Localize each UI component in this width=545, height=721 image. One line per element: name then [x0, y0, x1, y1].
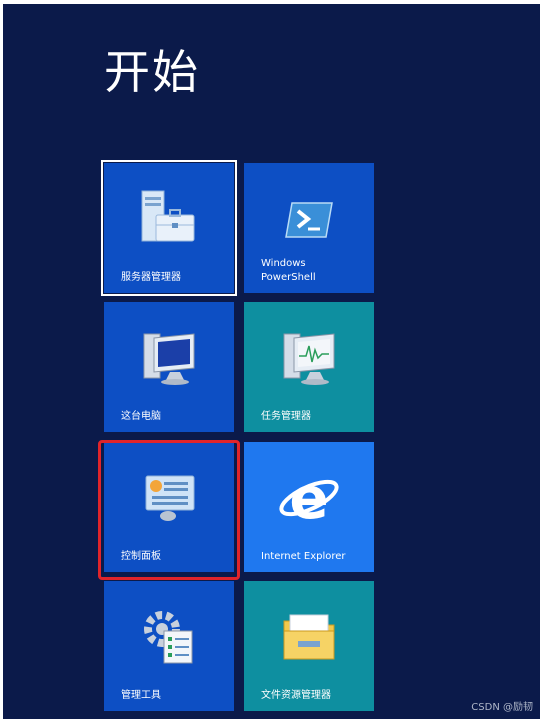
tile-label: 控制面板 — [121, 551, 161, 562]
tile-label: 服务器管理器 — [121, 272, 181, 283]
tile-this-pc[interactable]: 这台电脑 — [104, 302, 234, 432]
svg-text:e: e — [289, 464, 328, 532]
file-explorer-icon — [244, 603, 374, 673]
tile-label: Internet Explorer — [261, 551, 346, 562]
computer-icon — [104, 324, 234, 394]
tile-task-manager[interactable]: 任务管理器 — [244, 302, 374, 432]
internet-explorer-icon: e — [244, 464, 374, 534]
tile-label: 管理工具 — [121, 690, 161, 701]
powershell-icon — [244, 185, 374, 255]
task-manager-icon — [244, 324, 374, 394]
tile-admin-tools[interactable]: 管理工具 — [104, 581, 234, 711]
watermark: CSDN @励韧 — [471, 702, 533, 713]
tile-label: Windows PowerShell — [261, 258, 316, 283]
tile-label: 任务管理器 — [261, 411, 311, 422]
tile-internet-explorer[interactable]: e Internet Explorer — [244, 442, 374, 572]
admin-tools-icon — [104, 603, 234, 673]
tile-file-explorer[interactable]: 文件资源管理器 — [244, 581, 374, 711]
start-screen: 开始 服务器管理器 Windows PowerShell 这台电脑 任务管理器 … — [3, 4, 540, 719]
control-panel-icon — [104, 464, 234, 534]
start-title: 开始 — [104, 45, 200, 99]
tile-windows-powershell[interactable]: Windows PowerShell — [244, 163, 374, 293]
tile-label: 文件资源管理器 — [261, 690, 331, 701]
tile-label: 这台电脑 — [121, 411, 161, 422]
tile-server-manager[interactable]: 服务器管理器 — [101, 160, 237, 296]
server-manager-icon — [104, 185, 234, 255]
tile-control-panel[interactable]: 控制面板 — [104, 442, 234, 572]
